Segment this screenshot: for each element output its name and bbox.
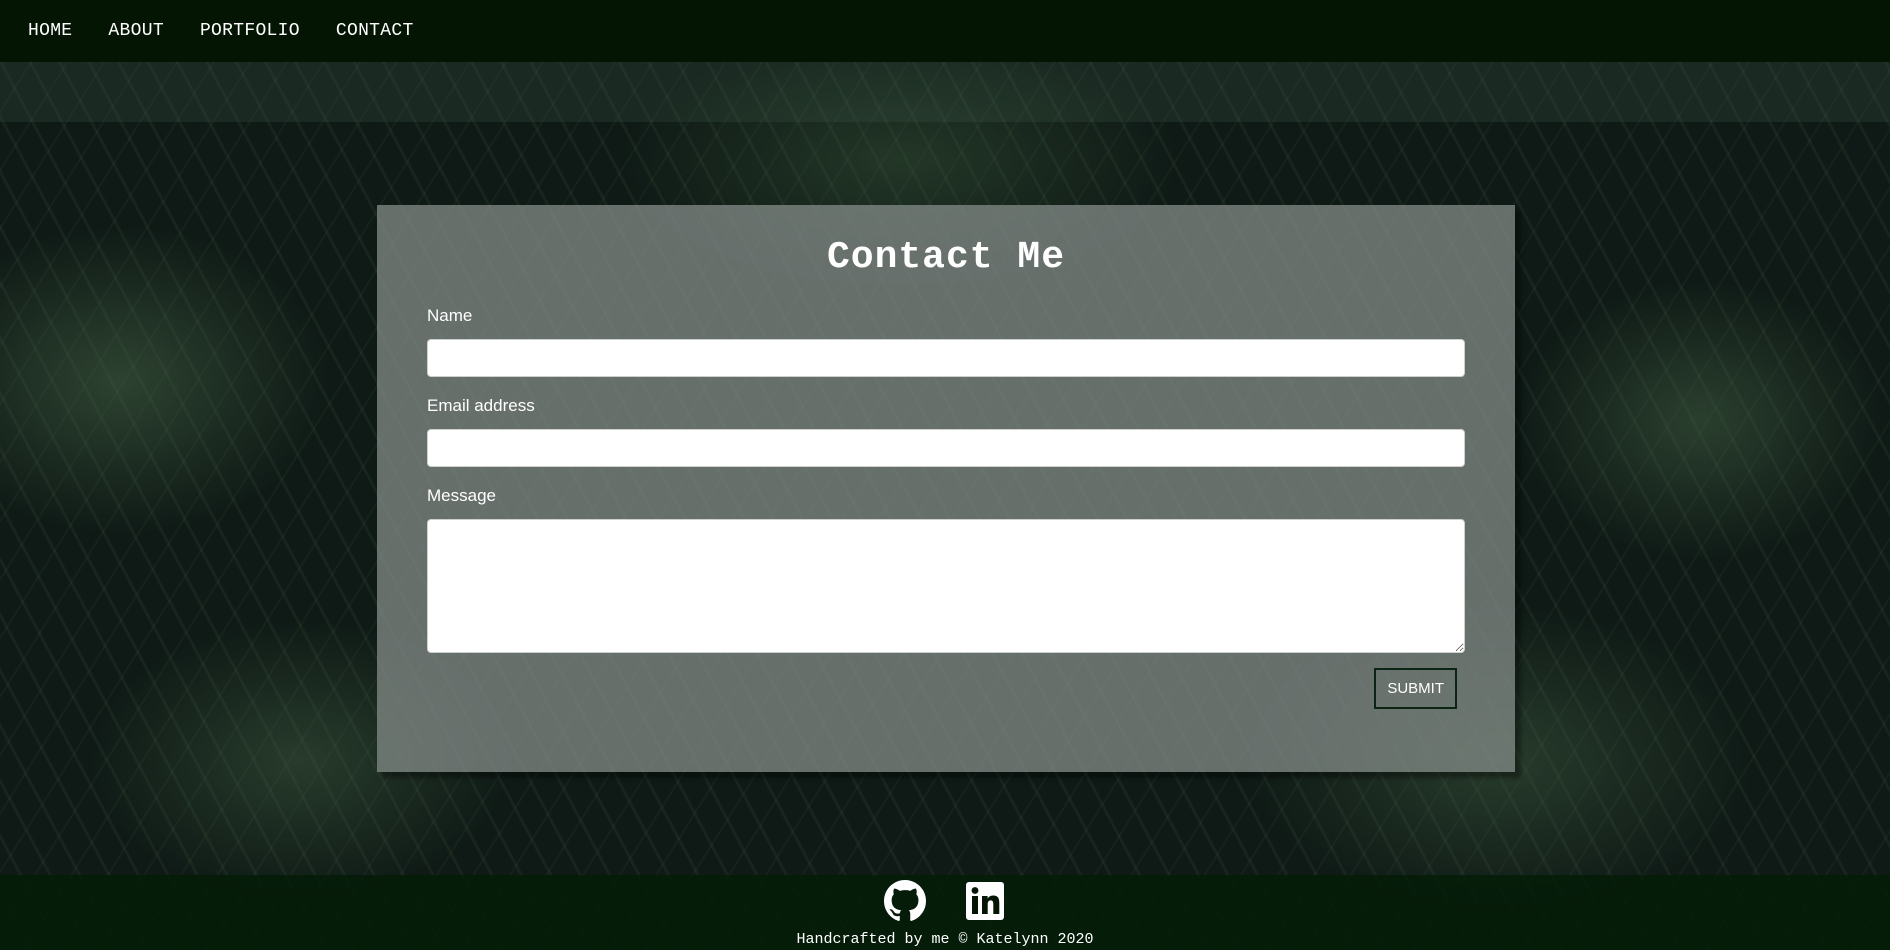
- name-input[interactable]: [427, 339, 1465, 377]
- name-label: Name: [427, 306, 473, 325]
- message-label: Message: [427, 486, 496, 505]
- top-navbar: HOME ABOUT PORTFOLIO CONTACT: [0, 0, 1890, 62]
- header-band: [0, 62, 1890, 122]
- nav-contact-link[interactable]: CONTACT: [336, 21, 414, 41]
- email-input[interactable]: [427, 429, 1465, 467]
- message-textarea[interactable]: [427, 519, 1465, 653]
- nav-portfolio-link[interactable]: PORTFOLIO: [200, 21, 300, 41]
- nav-home-link[interactable]: HOME: [28, 21, 72, 41]
- github-icon: [884, 880, 926, 921]
- github-link[interactable]: [884, 880, 926, 922]
- page-title: Contact Me: [826, 236, 1066, 279]
- copyright-text: Handcrafted by me © Katelynn 2020: [796, 931, 1094, 948]
- linkedin-icon: [966, 882, 1004, 920]
- linkedin-link[interactable]: [964, 880, 1006, 922]
- social-links: [0, 880, 1890, 922]
- submit-row: SUBMIT: [427, 668, 1465, 709]
- contact-form-card: Contact Me Name Email address Message SU…: [377, 205, 1515, 772]
- nav-about-link[interactable]: ABOUT: [108, 21, 164, 41]
- submit-button[interactable]: SUBMIT: [1374, 668, 1457, 709]
- email-label: Email address: [427, 396, 535, 415]
